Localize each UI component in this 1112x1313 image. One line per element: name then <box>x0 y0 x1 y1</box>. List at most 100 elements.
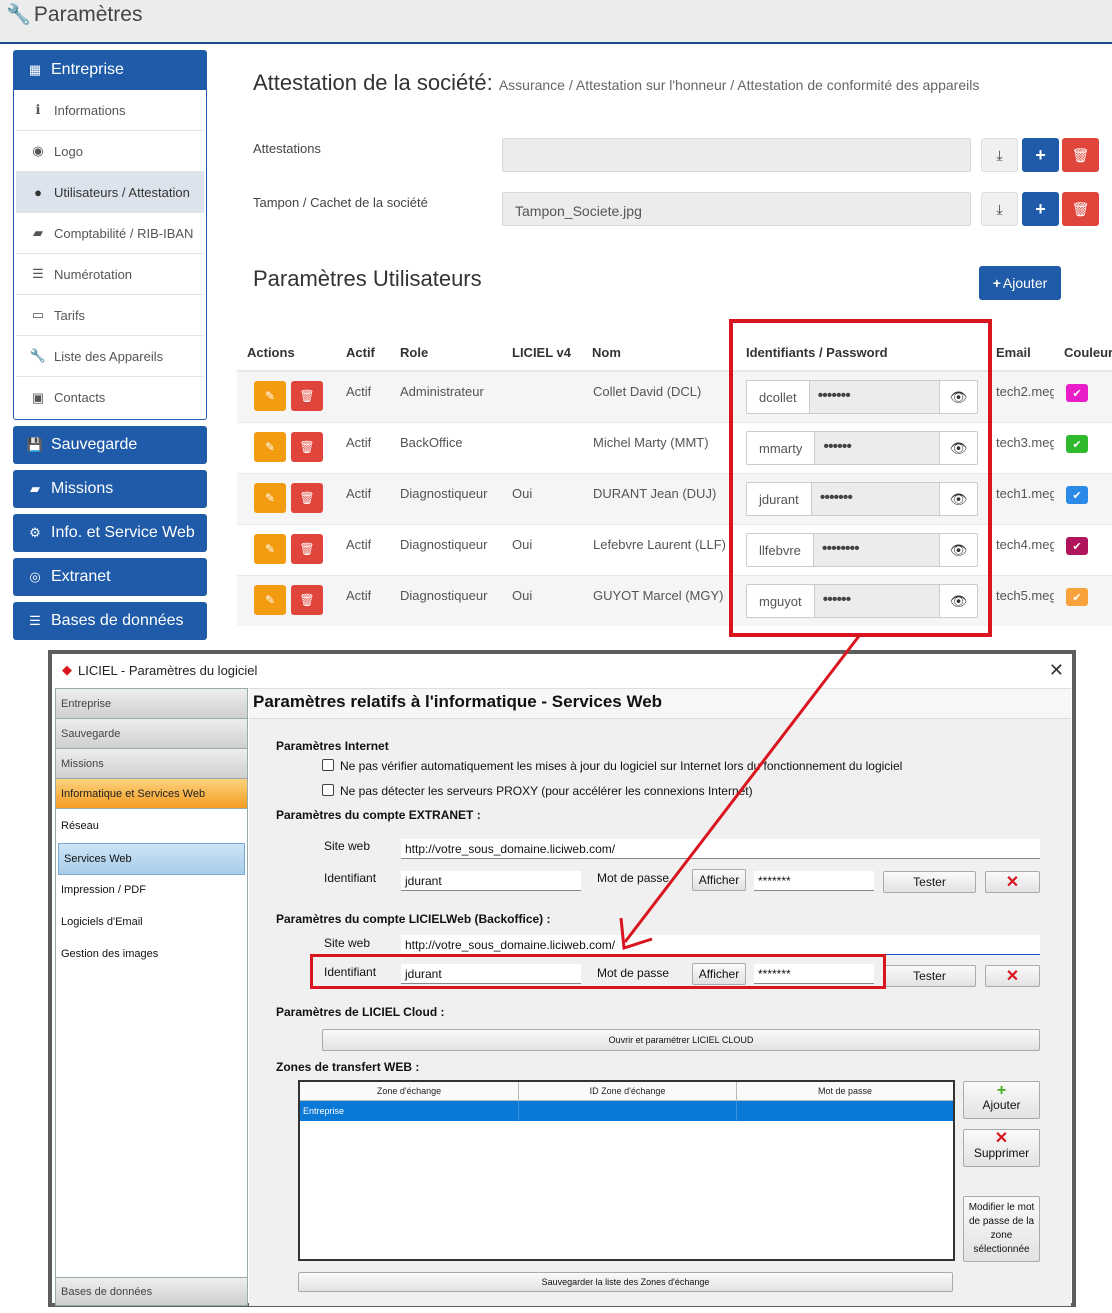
gear-icon: ⚙ <box>29 525 41 540</box>
delete-user-button[interactable]: 🗑 <box>291 483 323 513</box>
edit-user-button[interactable]: ✎ <box>254 381 286 411</box>
licielweb-clear-button[interactable]: ✕ <box>985 965 1040 987</box>
tab-missions[interactable]: Missions <box>56 749 247 779</box>
edit-user-button[interactable]: ✎ <box>254 534 286 564</box>
open-cloud-button[interactable]: Ouvrir et paramétrer LICIEL CLOUD <box>322 1029 1040 1051</box>
cell-role: Administrateur <box>400 384 484 399</box>
sidebar-item-utilisateurs[interactable]: ● Utilisateurs / Attestation <box>16 172 204 213</box>
cell-role: Diagnostiqueur <box>400 486 488 501</box>
sidebar-section-info-service-web[interactable]: ⚙ Info. et Service Web <box>13 514 207 552</box>
tab-bases-donnees[interactable]: Bases de données <box>56 1277 247 1305</box>
color-swatch[interactable]: ✔ <box>1066 435 1088 453</box>
delete-user-button[interactable]: 🗑 <box>291 534 323 564</box>
licielweb-test-button[interactable]: Tester <box>883 965 976 987</box>
delete-zone-button[interactable]: ✕ Supprimer <box>963 1129 1040 1167</box>
extranet-site-input[interactable]: http://votre_sous_domaine.liciweb.com/ <box>401 839 1040 859</box>
check-updates-checkbox[interactable] <box>322 759 334 771</box>
column-header: Email <box>986 332 1054 372</box>
save-icon: 💾 <box>26 437 44 452</box>
close-icon[interactable]: ✕ <box>1049 660 1064 681</box>
tab-informatique[interactable]: Informatique et Services Web <box>56 779 247 809</box>
edit-icon: ✎ <box>264 389 276 403</box>
save-zones-button[interactable]: Sauvegarder la liste des Zones d'échange <box>298 1272 953 1292</box>
delete-user-button[interactable]: 🗑 <box>291 381 323 411</box>
dialog-section-title: Paramètres relatifs à l'informatique - S… <box>249 689 1071 719</box>
attestations-label: Attestations <box>253 141 321 156</box>
sidebar-submenu: ℹ Informations ◉ Logo ● Utilisateurs / Atte… <box>13 90 207 420</box>
sidebar-section-label: Info. et Service Web <box>51 524 195 541</box>
check-icon: ✔ <box>1072 591 1082 604</box>
sidebar-item-informations[interactable]: ℹ Informations <box>16 90 204 131</box>
tampon-label: Tampon / Cachet de la société <box>253 195 428 210</box>
delete-user-button[interactable]: 🗑 <box>291 432 323 462</box>
add-attestation-button[interactable]: + <box>1022 138 1059 172</box>
window-title: LICIEL - Paramètres du logiciel <box>78 662 258 678</box>
color-swatch[interactable]: ✔ <box>1066 384 1088 402</box>
sidebar-item-tarifs[interactable]: ▭ Tarifs <box>16 295 204 336</box>
download-icon: ⤓ <box>996 146 1003 163</box>
sidebar-section-label: Sauvegarde <box>51 436 138 453</box>
tampon-file-field[interactable]: Tampon_Societe.jpg <box>502 192 971 226</box>
column-header: ID Zone d'échange <box>519 1082 737 1101</box>
sidebar-item-label: Informations <box>54 102 126 118</box>
add-user-button[interactable]: + Ajouter <box>979 266 1061 300</box>
nav-item-impression[interactable]: Impression / PDF <box>56 875 247 907</box>
color-swatch[interactable]: ✔ <box>1066 588 1088 606</box>
download-button[interactable]: ⤓ <box>981 192 1018 226</box>
add-zone-button[interactable]: + Ajouter <box>963 1081 1040 1119</box>
window-title-bar: ◆ LICIEL - Paramètres du logiciel <box>52 654 1072 686</box>
tab-entreprise[interactable]: Entreprise <box>56 689 247 719</box>
edit-user-button[interactable]: ✎ <box>254 585 286 615</box>
color-swatch[interactable]: ✔ <box>1066 486 1088 504</box>
nav-item-services-web[interactable]: Services Web <box>58 843 245 875</box>
extranet-test-button[interactable]: Tester <box>883 871 976 893</box>
table-row[interactable]: Entreprise <box>300 1101 953 1121</box>
edit-icon: ✎ <box>264 542 276 556</box>
add-user-label: Ajouter <box>1002 275 1048 291</box>
delete-tampon-button[interactable]: 🗑 <box>1062 192 1099 226</box>
check-icon: ✔ <box>1072 540 1082 553</box>
attestation-title: Attestation de la société: Assurance / A… <box>253 70 979 96</box>
cell-nom: GUYOT Marcel (MGY) <box>593 588 724 603</box>
licielweb-site-input[interactable]: http://votre_sous_domaine.liciweb.com/ <box>401 935 1040 955</box>
extranet-id-input[interactable]: jdurant <box>401 871 581 891</box>
sidebar-section-sauvegarde[interactable]: 💾 Sauvegarde <box>13 426 207 464</box>
nav-item-images[interactable]: Gestion des images <box>56 939 247 971</box>
modify-zone-password-button[interactable]: Modifier le mot de passe de la zone séle… <box>963 1196 1040 1262</box>
sidebar-item-logo[interactable]: ◉ Logo <box>16 131 204 172</box>
download-button[interactable]: ⤓ <box>981 138 1018 172</box>
check-icon: ✔ <box>1072 387 1082 400</box>
globe-icon: ◎ <box>29 569 41 584</box>
nav-item-reseau[interactable]: Réseau <box>56 811 247 843</box>
sidebar-section-extranet[interactable]: ◎ Extranet <box>13 558 207 596</box>
add-tampon-button[interactable]: + <box>1022 192 1059 226</box>
sidebar-item-label: Comptabilité / RIB-IBAN <box>54 225 194 241</box>
sidebar-item-comptabilite[interactable]: ▰ Comptabilité / RIB-IBAN <box>16 213 204 254</box>
tab-sauvegarde[interactable]: Sauvegarde <box>56 719 247 749</box>
extranet-title: Paramètres du compte EXTRANET : <box>276 808 481 822</box>
proxy-checkbox[interactable] <box>322 784 334 796</box>
color-swatch[interactable]: ✔ <box>1066 537 1088 555</box>
licielweb-title: Paramètres du compte LICIELWeb (Backoffi… <box>276 912 551 926</box>
edit-icon: ✎ <box>264 491 276 505</box>
nav-item-email[interactable]: Logiciels d'Email <box>56 907 247 939</box>
extranet-pwd-input[interactable]: ******* <box>754 871 874 891</box>
column-header: LICIEL v4 <box>502 332 582 372</box>
delete-attestation-button[interactable]: 🗑 <box>1062 138 1099 172</box>
sidebar-item-label: Numérotation <box>54 266 133 282</box>
sidebar-section-missions[interactable]: ▰ Missions <box>13 470 207 508</box>
sidebar-item-contacts[interactable]: ▣ Contacts <box>16 377 204 418</box>
sidebar-item-appareils[interactable]: 🔧 Liste des Appareils <box>16 336 204 377</box>
edit-user-button[interactable]: ✎ <box>254 432 286 462</box>
extranet-show-button[interactable]: Afficher <box>692 869 746 891</box>
attestations-file-field[interactable] <box>502 138 971 172</box>
delete-zone-label: Supprimer <box>973 1146 1030 1160</box>
trash-icon: 🗑 <box>299 491 315 505</box>
delete-user-button[interactable]: 🗑 <box>291 585 323 615</box>
sidebar-section-entreprise[interactable]: ▦ Entreprise <box>13 50 207 90</box>
extranet-clear-button[interactable]: ✕ <box>985 871 1040 893</box>
dialog-nav: Entreprise Sauvegarde Missions Informati… <box>55 688 248 1306</box>
edit-user-button[interactable]: ✎ <box>254 483 286 513</box>
sidebar-section-bases-donnees[interactable]: ☰ Bases de données <box>13 602 207 640</box>
sidebar-item-numerotation[interactable]: ☰ Numérotation <box>16 254 204 295</box>
